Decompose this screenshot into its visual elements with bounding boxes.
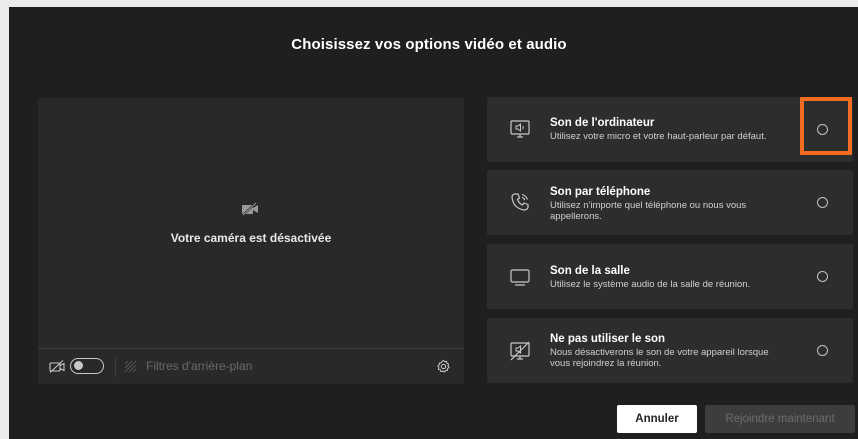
room-display-icon bbox=[510, 269, 530, 286]
camera-off-message: Votre caméra est désactivée bbox=[170, 231, 332, 245]
device-settings-gear-icon[interactable] bbox=[436, 359, 451, 374]
dialog-title: Choisissez vos options vidéo et audio bbox=[291, 36, 567, 53]
option-title: Ne pas utiliser le son bbox=[550, 333, 666, 345]
option-title: Son de l'ordinateur bbox=[550, 117, 655, 129]
option-title: Son de la salle bbox=[550, 265, 630, 277]
camera-off-icon bbox=[242, 202, 258, 216]
cancel-button[interactable]: Annuler bbox=[617, 405, 697, 433]
background-filters-icon bbox=[124, 360, 137, 373]
window-top-edge bbox=[0, 0, 858, 7]
radio-no-audio[interactable] bbox=[817, 345, 828, 356]
option-description: Utilisez n'importe quel téléphone ou nou… bbox=[550, 200, 747, 222]
option-title: Son par téléphone bbox=[550, 186, 651, 198]
option-description: Nous désactiverons le son de votre appar… bbox=[550, 347, 769, 369]
option-description: Utilisez votre micro et votre haut-parle… bbox=[550, 131, 767, 142]
option-no-audio[interactable]: Ne pas utiliser le son Nous désactiveron… bbox=[487, 318, 853, 383]
radio-room-audio[interactable] bbox=[817, 271, 828, 282]
camera-off-small-icon bbox=[49, 360, 65, 373]
window-left-edge bbox=[0, 0, 9, 439]
toolbar-divider bbox=[115, 357, 116, 377]
video-preview: Votre caméra est désactivée Filtres d'ar… bbox=[38, 98, 464, 384]
radio-phone-audio[interactable] bbox=[817, 197, 828, 208]
camera-toggle[interactable] bbox=[70, 358, 104, 374]
toggle-knob bbox=[74, 361, 83, 370]
radio-highlight-annotation bbox=[800, 97, 852, 155]
option-phone-audio[interactable]: Son par téléphone Utilisez n'importe que… bbox=[487, 170, 853, 235]
option-computer-audio[interactable]: Son de l'ordinateur Utilisez votre micro… bbox=[487, 97, 853, 162]
preview-toolbar: Filtres d'arrière-plan bbox=[38, 348, 464, 385]
computer-audio-icon bbox=[510, 120, 530, 138]
join-now-button[interactable]: Rejoindre maintenant bbox=[705, 405, 855, 433]
phone-icon bbox=[511, 193, 529, 211]
option-room-audio[interactable]: Son de la salle Utilisez le système audi… bbox=[487, 244, 853, 309]
background-filters-button[interactable]: Filtres d'arrière-plan bbox=[146, 359, 252, 373]
option-description: Utilisez le système audio de la salle de… bbox=[550, 279, 751, 290]
no-audio-icon bbox=[510, 341, 530, 361]
